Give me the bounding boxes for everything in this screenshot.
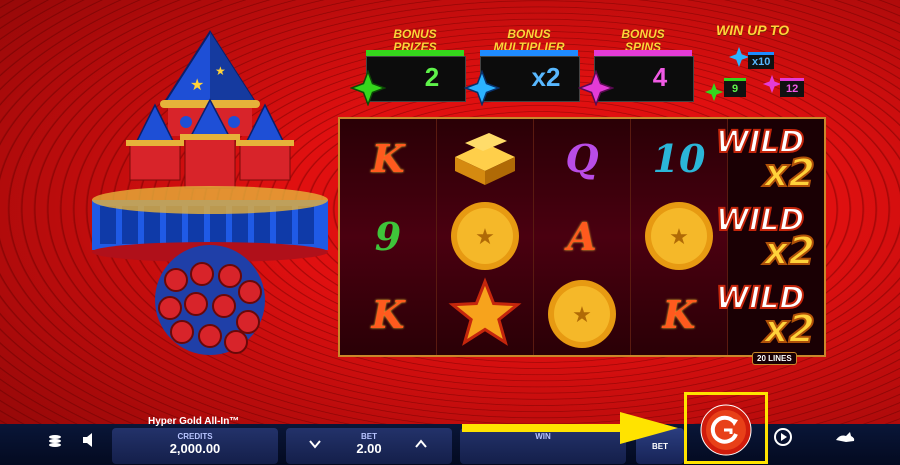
blue-star-icon [464,70,500,106]
reel-3-symbol-2: A [567,213,597,259]
pointer-arrow-icon [462,412,678,444]
gold-coin-symbol: ★ [534,275,630,353]
win-prizes-value: 9 [724,78,747,97]
gold-coin-icon: ★ [645,202,713,270]
win-blue-star-icon [728,46,750,68]
svg-text:★: ★ [475,224,495,249]
gold-star-icon [448,277,522,346]
bonus-spins-value: 4 [652,62,668,92]
bet-increase-chevron-up-icon[interactable] [414,438,428,450]
credits-value: 2,000.00 [169,441,221,456]
reel-1-symbol-2: 9 [374,213,402,259]
win-up-to-label: WIN UP TO [716,22,790,38]
win-pink-star-icon [762,74,782,94]
svg-text:★: ★ [215,64,226,78]
spin-button[interactable] [700,404,752,456]
win-spins-value: 12 [780,78,805,97]
gold-bars-symbol [437,119,533,197]
bonus-spins-panel: BONUS SPINS 4 [578,28,702,106]
bonus-prizes-value: 2 [424,62,440,92]
bonus-multiplier-panel: BONUS MULTIPLIER x2 [464,28,588,106]
reel-2: ★ [437,119,534,355]
sound-icon[interactable] [82,432,96,448]
wild-multiplier: x2 [762,307,815,348]
reel-1: K 9 K [340,119,437,355]
rocket-tower-illustration: ★ ★ [92,30,328,355]
wild-x2-symbol: WILD x2 [712,272,830,352]
svg-text:★: ★ [572,302,592,327]
turbo-rabbit-icon[interactable] [834,428,856,446]
credits-label: CREDITS [177,432,213,441]
reel-1-symbol-1: K [371,135,405,181]
pink-star-icon [578,70,614,106]
bet-decrease-chevron-down-icon[interactable] [308,438,322,450]
chips-stack-icon[interactable] [48,434,62,448]
bonus-multiplier-value: x2 [531,62,561,92]
gold-bars-icon [455,133,515,185]
reel-1-symbol-3: K [371,291,405,337]
lines-badge: 20 LINES [752,352,797,365]
gold-coin-icon: ★ [451,202,519,270]
win-green-star-icon [704,82,724,102]
reel-3: Q A ★ [534,119,631,355]
win-multiplier-value: x10 [748,52,775,69]
game-title: Hyper Gold All-In™ [148,416,240,427]
autoplay-icon[interactable] [772,426,794,448]
gold-coin-symbol: ★ [437,197,533,275]
svg-text:★: ★ [190,77,204,94]
wild-x2-symbol: WILD x2 [712,116,830,196]
wild-x2-symbol: WILD x2 [712,194,830,274]
wild-multiplier: x2 [762,151,815,192]
credits-display: CREDITS 2,000.00 [112,428,278,464]
reel-3-symbol-1: Q [565,135,599,181]
bonus-prizes-panel: BONUS PRIZES 2 [350,28,474,106]
gold-coin-icon: ★ [548,280,616,348]
wild-multiplier: x2 [762,229,815,270]
svg-text:★: ★ [669,224,689,249]
green-star-icon [350,70,386,106]
gold-star-symbol [437,275,533,353]
